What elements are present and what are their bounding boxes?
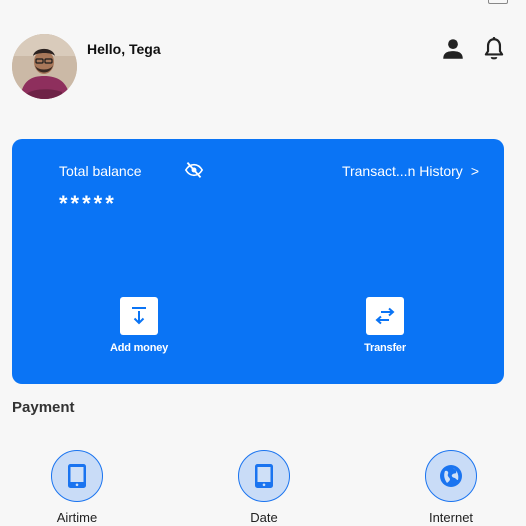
airtime-label: Airtime: [56, 510, 98, 525]
bell-icon[interactable]: [481, 36, 507, 62]
swap-arrows-icon: [366, 297, 404, 335]
tablet-icon: [51, 450, 103, 502]
globe-icon: [425, 450, 477, 502]
date-label: Date: [250, 510, 278, 525]
internet-label: Internet: [428, 510, 474, 525]
payment-date[interactable]: Date: [214, 450, 314, 525]
balance-label: Total balance: [59, 163, 142, 179]
transfer-label: Transfer: [364, 342, 406, 354]
balance-card: Total balance Transact...n History > ****…: [12, 139, 504, 384]
chevron-right-icon: >: [470, 163, 479, 179]
payment-section-title: Payment: [12, 399, 75, 416]
add-money-label: Add money: [109, 342, 169, 354]
eye-off-icon[interactable]: [184, 161, 204, 179]
greeting-text: Hello, Tega: [87, 41, 161, 57]
arrow-down-to-line-icon: [120, 297, 158, 335]
avatar[interactable]: [12, 34, 77, 99]
payment-airtime[interactable]: Airtime: [27, 450, 127, 525]
transaction-history-label: Transact...n History: [341, 163, 463, 179]
transfer-button[interactable]: Transfer: [340, 297, 430, 354]
payment-internet[interactable]: Internet: [401, 450, 501, 525]
balance-value-masked: *****: [59, 191, 117, 216]
add-money-button[interactable]: Add money: [94, 297, 184, 354]
tablet-icon: [238, 450, 290, 502]
person-icon[interactable]: [440, 36, 466, 62]
transaction-history-link[interactable]: Transact...n History >: [342, 163, 479, 179]
header: Hello, Tega: [0, 0, 526, 110]
user-avatar-photo-icon: [12, 34, 77, 99]
